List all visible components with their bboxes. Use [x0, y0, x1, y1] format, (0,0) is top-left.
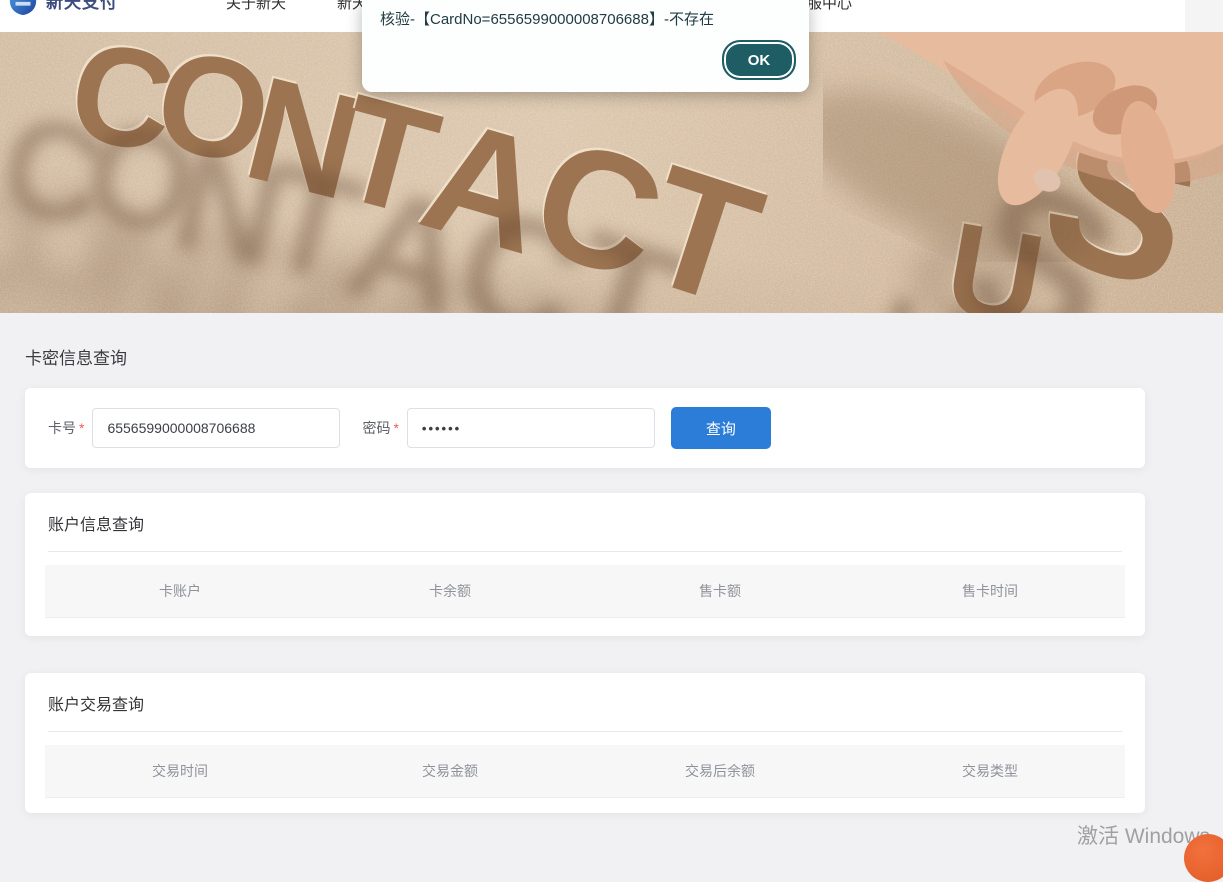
alert-message: 核验-【CardNo=6556599000008706688】-不存在: [380, 8, 714, 29]
page-title: 卡密信息查询: [25, 344, 127, 369]
divider: [48, 551, 1122, 552]
query-button[interactable]: 查询: [671, 407, 771, 449]
ok-button[interactable]: OK: [722, 40, 796, 80]
nav-item-about[interactable]: 关于新天: [226, 0, 286, 13]
transactions-header-row: 交易时间 交易金额 交易后余额 交易类型: [45, 745, 1125, 798]
column-header-sale-amount: 售卡额: [585, 581, 855, 601]
password-label: 密码: [362, 418, 390, 438]
logo[interactable]: 新天支付: [8, 0, 118, 16]
query-form-row: 卡号 * 密码 * 查询: [25, 407, 1145, 449]
column-header-txn-time: 交易时间: [45, 761, 315, 781]
logo-text: 新天支付: [46, 0, 118, 13]
column-header-txn-type: 交易类型: [855, 761, 1125, 781]
column-header-sale-time: 售卡时间: [855, 581, 1125, 601]
account-info-card: 账户信息查询 卡账户 卡余额 售卡额 售卡时间: [25, 493, 1145, 636]
account-info-title: 账户信息查询: [48, 511, 144, 535]
card-no-required-asterisk: *: [79, 420, 84, 436]
floating-widget[interactable]: [1184, 834, 1223, 882]
account-info-header-row: 卡账户 卡余额 售卡额 售卡时间: [45, 565, 1125, 618]
logo-icon: [8, 0, 38, 16]
transactions-card: 账户交易查询 交易时间 交易金额 交易后余额 交易类型: [25, 673, 1145, 813]
column-header-card-balance: 卡余额: [315, 581, 585, 601]
column-header-card-account: 卡账户: [45, 581, 315, 601]
header-right-gap: [1185, 0, 1223, 32]
alert-dialog: 核验-【CardNo=6556599000008706688】-不存在 OK: [362, 0, 809, 92]
transactions-title: 账户交易查询: [48, 691, 144, 715]
password-required-asterisk: *: [393, 420, 398, 436]
divider: [48, 731, 1122, 732]
column-header-txn-amount: 交易金额: [315, 761, 585, 781]
hand-graphic: [823, 32, 1223, 262]
card-no-input[interactable]: [92, 408, 340, 448]
card-no-label: 卡号: [48, 418, 76, 438]
password-input[interactable]: [407, 408, 655, 448]
query-form-card: 卡号 * 密码 * 查询: [25, 388, 1145, 468]
column-header-txn-balance-after: 交易后余额: [585, 761, 855, 781]
